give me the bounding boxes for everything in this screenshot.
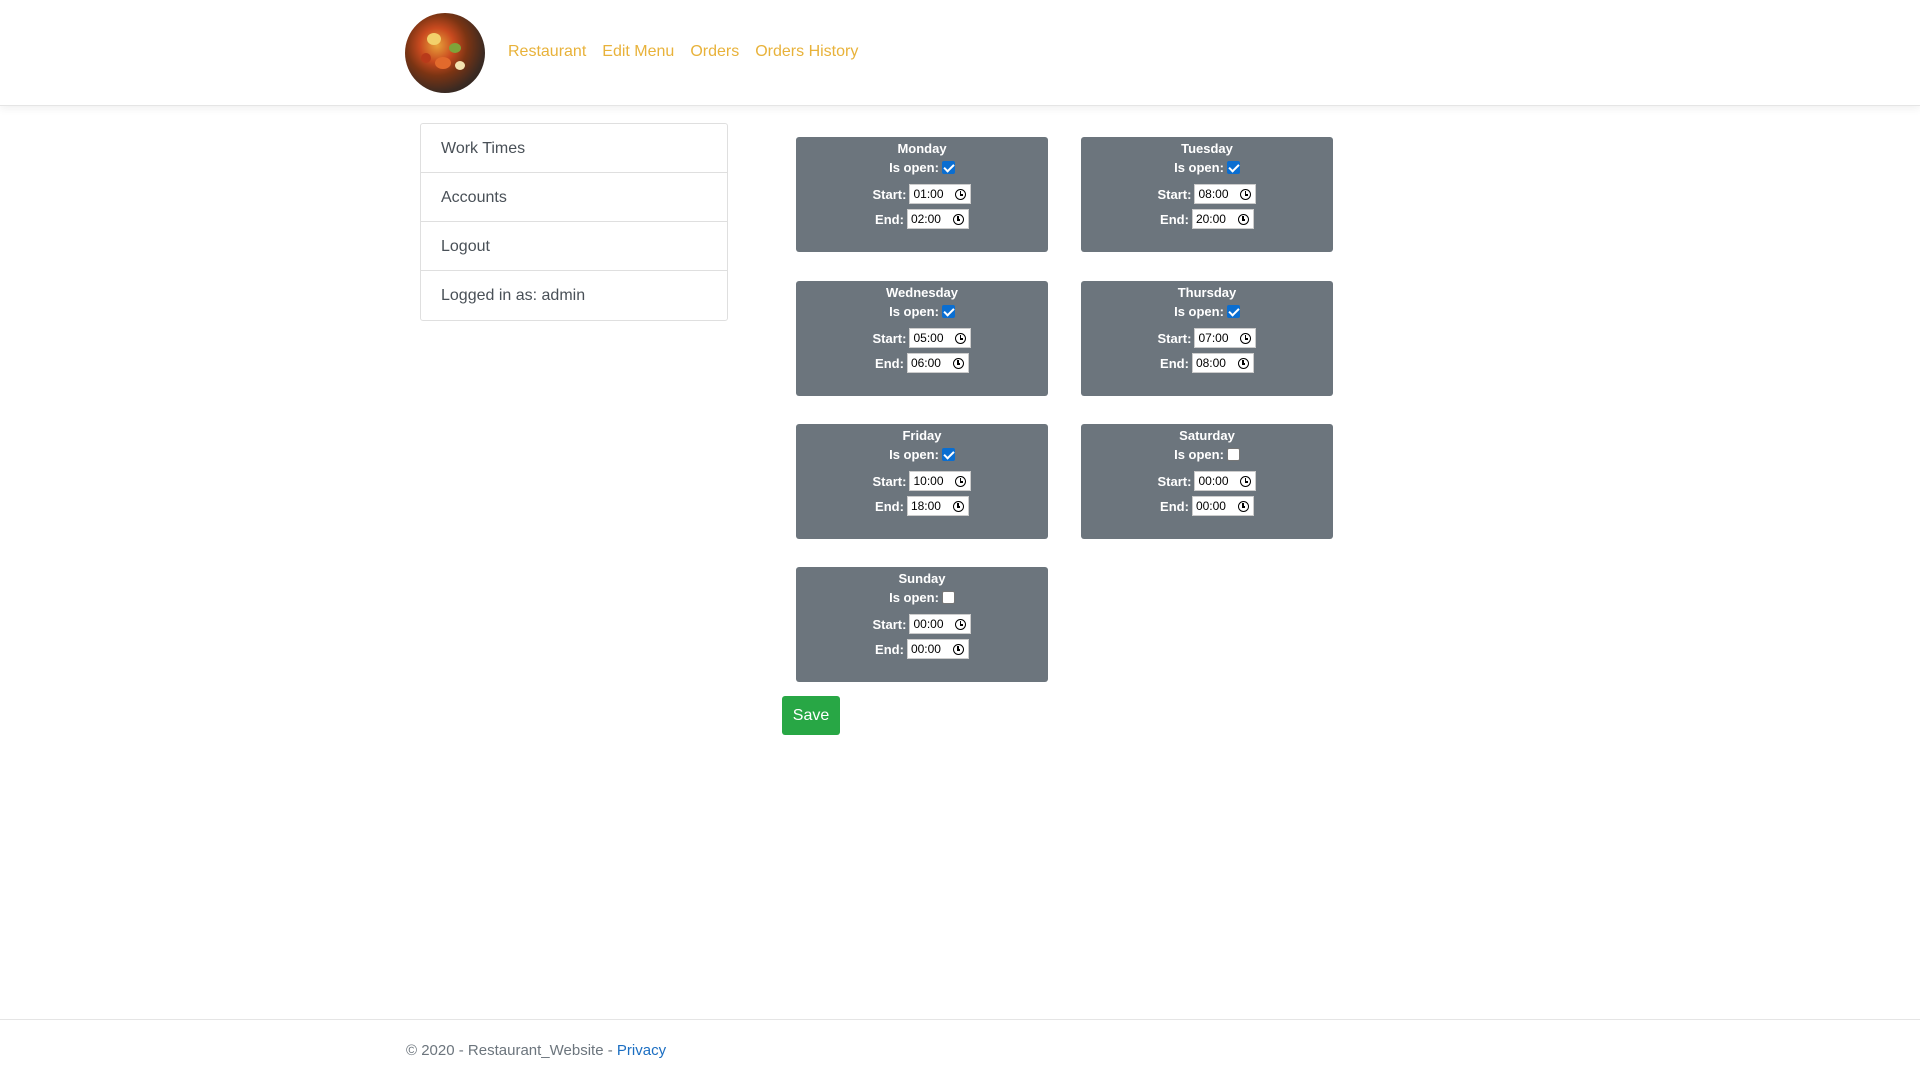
clock-icon[interactable] <box>955 619 967 630</box>
start-label: Start: <box>872 186 907 202</box>
end-label: End: <box>875 211 904 227</box>
nav-link-orders[interactable]: Orders <box>690 43 739 61</box>
day-card-saturday: Saturday Is open: Start: 00:00 End: 00:00 <box>1081 424 1333 539</box>
main-nav: Restaurant Edit Menu Orders Orders Histo… <box>508 43 858 61</box>
clock-icon[interactable] <box>955 476 967 487</box>
start-label: Start: <box>1157 473 1192 489</box>
start-time-input[interactable]: 10:00 <box>909 471 972 491</box>
clock-icon[interactable] <box>1240 189 1252 200</box>
end-time-input[interactable]: 06:00 <box>906 353 969 373</box>
day-title: Sunday <box>898 571 946 586</box>
start-label: Start: <box>1157 186 1192 202</box>
is-open-checkbox[interactable] <box>1226 161 1240 174</box>
clock-icon[interactable] <box>1237 501 1249 512</box>
clock-icon[interactable] <box>1237 358 1249 369</box>
end-label: End: <box>1160 355 1189 371</box>
is-open-label: Is open: <box>889 447 939 462</box>
start-time-input[interactable]: 01:00 <box>909 184 972 204</box>
is-open-checkbox[interactable] <box>941 305 955 318</box>
save-button[interactable]: Save <box>782 696 840 735</box>
clock-icon[interactable] <box>955 189 967 200</box>
day-card-tuesday: Tuesday Is open: Start: 08:00 End: 20:00 <box>1081 137 1333 252</box>
day-card-sunday: Sunday Is open: Start: 00:00 End: 00:00 <box>796 567 1048 682</box>
clock-icon[interactable] <box>955 333 967 344</box>
is-open-label: Is open: <box>1174 160 1224 175</box>
sidebar-item-work-times[interactable]: Work Times <box>421 124 727 173</box>
day-card-thursday: Thursday Is open: Start: 07:00 End: 08:00 <box>1081 281 1333 396</box>
start-time-input[interactable]: 00:00 <box>909 614 972 634</box>
is-open-label: Is open: <box>1174 304 1224 319</box>
day-card-wednesday: Wednesday Is open: Start: 05:00 End: 06:00 <box>796 281 1048 396</box>
clock-icon[interactable] <box>952 358 964 369</box>
end-time-input[interactable]: 02:00 <box>906 209 969 229</box>
end-time-input[interactable]: 00:00 <box>1191 496 1254 516</box>
is-open-checkbox[interactable] <box>941 591 955 604</box>
is-open-checkbox[interactable] <box>941 161 955 174</box>
is-open-label: Is open: <box>889 304 939 319</box>
nav-link-restaurant[interactable]: Restaurant <box>508 43 586 61</box>
footer: © 2020 - Restaurant_Website - Privacy <box>0 1019 1920 1080</box>
day-title: Thursday <box>1177 285 1237 300</box>
end-time-input[interactable]: 20:00 <box>1191 209 1254 229</box>
day-title: Saturday <box>1179 428 1235 443</box>
is-open-checkbox[interactable] <box>941 448 955 461</box>
restaurant-logo[interactable] <box>405 13 485 93</box>
start-time-input[interactable]: 07:00 <box>1194 328 1257 348</box>
clock-icon[interactable] <box>1237 214 1249 225</box>
end-time-input[interactable]: 00:00 <box>906 639 969 659</box>
end-label: End: <box>1160 211 1189 227</box>
sidebar-item-logout[interactable]: Logout <box>421 222 727 271</box>
is-open-checkbox[interactable] <box>1226 448 1240 461</box>
is-open-label: Is open: <box>889 590 939 605</box>
footer-text: © 2020 - Restaurant_Website - Privacy <box>406 1042 666 1059</box>
end-label: End: <box>1160 498 1189 514</box>
end-label: End: <box>875 498 904 514</box>
end-label: End: <box>875 641 904 657</box>
start-label: Start: <box>872 473 907 489</box>
day-title: Monday <box>897 141 947 156</box>
is-open-checkbox[interactable] <box>1226 305 1240 318</box>
day-title: Wednesday <box>885 285 958 300</box>
clock-icon[interactable] <box>952 214 964 225</box>
start-label: Start: <box>872 330 907 346</box>
logged-in-status: Logged in as: admin <box>441 287 586 304</box>
end-time-input[interactable]: 08:00 <box>1191 353 1254 373</box>
top-navbar: Restaurant Edit Menu Orders Orders Histo… <box>0 0 1920 106</box>
day-card-friday: Friday Is open: Start: 10:00 End: 18:00 <box>796 424 1048 539</box>
clock-icon[interactable] <box>1240 333 1252 344</box>
clock-icon[interactable] <box>1240 476 1252 487</box>
copyright-text: © 2020 - Restaurant_Website - <box>406 1042 617 1059</box>
start-time-input[interactable]: 00:00 <box>1194 471 1257 491</box>
sidebar-menu: Work Times Accounts Logout Logged in as:… <box>420 123 728 321</box>
day-title: Friday <box>902 428 942 443</box>
end-time-input[interactable]: 18:00 <box>906 496 969 516</box>
is-open-label: Is open: <box>1174 447 1224 462</box>
start-time-input[interactable]: 05:00 <box>909 328 972 348</box>
clock-icon[interactable] <box>952 501 964 512</box>
privacy-link[interactable]: Privacy <box>617 1042 666 1059</box>
sidebar-item-accounts[interactable]: Accounts <box>421 173 727 222</box>
day-card-monday: Monday Is open: Start: 01:00 End: 02:00 <box>796 137 1048 252</box>
start-label: Start: <box>1157 330 1192 346</box>
nav-link-orders-history[interactable]: Orders History <box>755 43 858 61</box>
is-open-label: Is open: <box>889 160 939 175</box>
day-title: Tuesday <box>1181 141 1233 156</box>
end-label: End: <box>875 355 904 371</box>
nav-link-edit-menu[interactable]: Edit Menu <box>602 43 674 61</box>
clock-icon[interactable] <box>952 644 964 655</box>
start-time-input[interactable]: 08:00 <box>1194 184 1257 204</box>
start-label: Start: <box>872 616 907 632</box>
